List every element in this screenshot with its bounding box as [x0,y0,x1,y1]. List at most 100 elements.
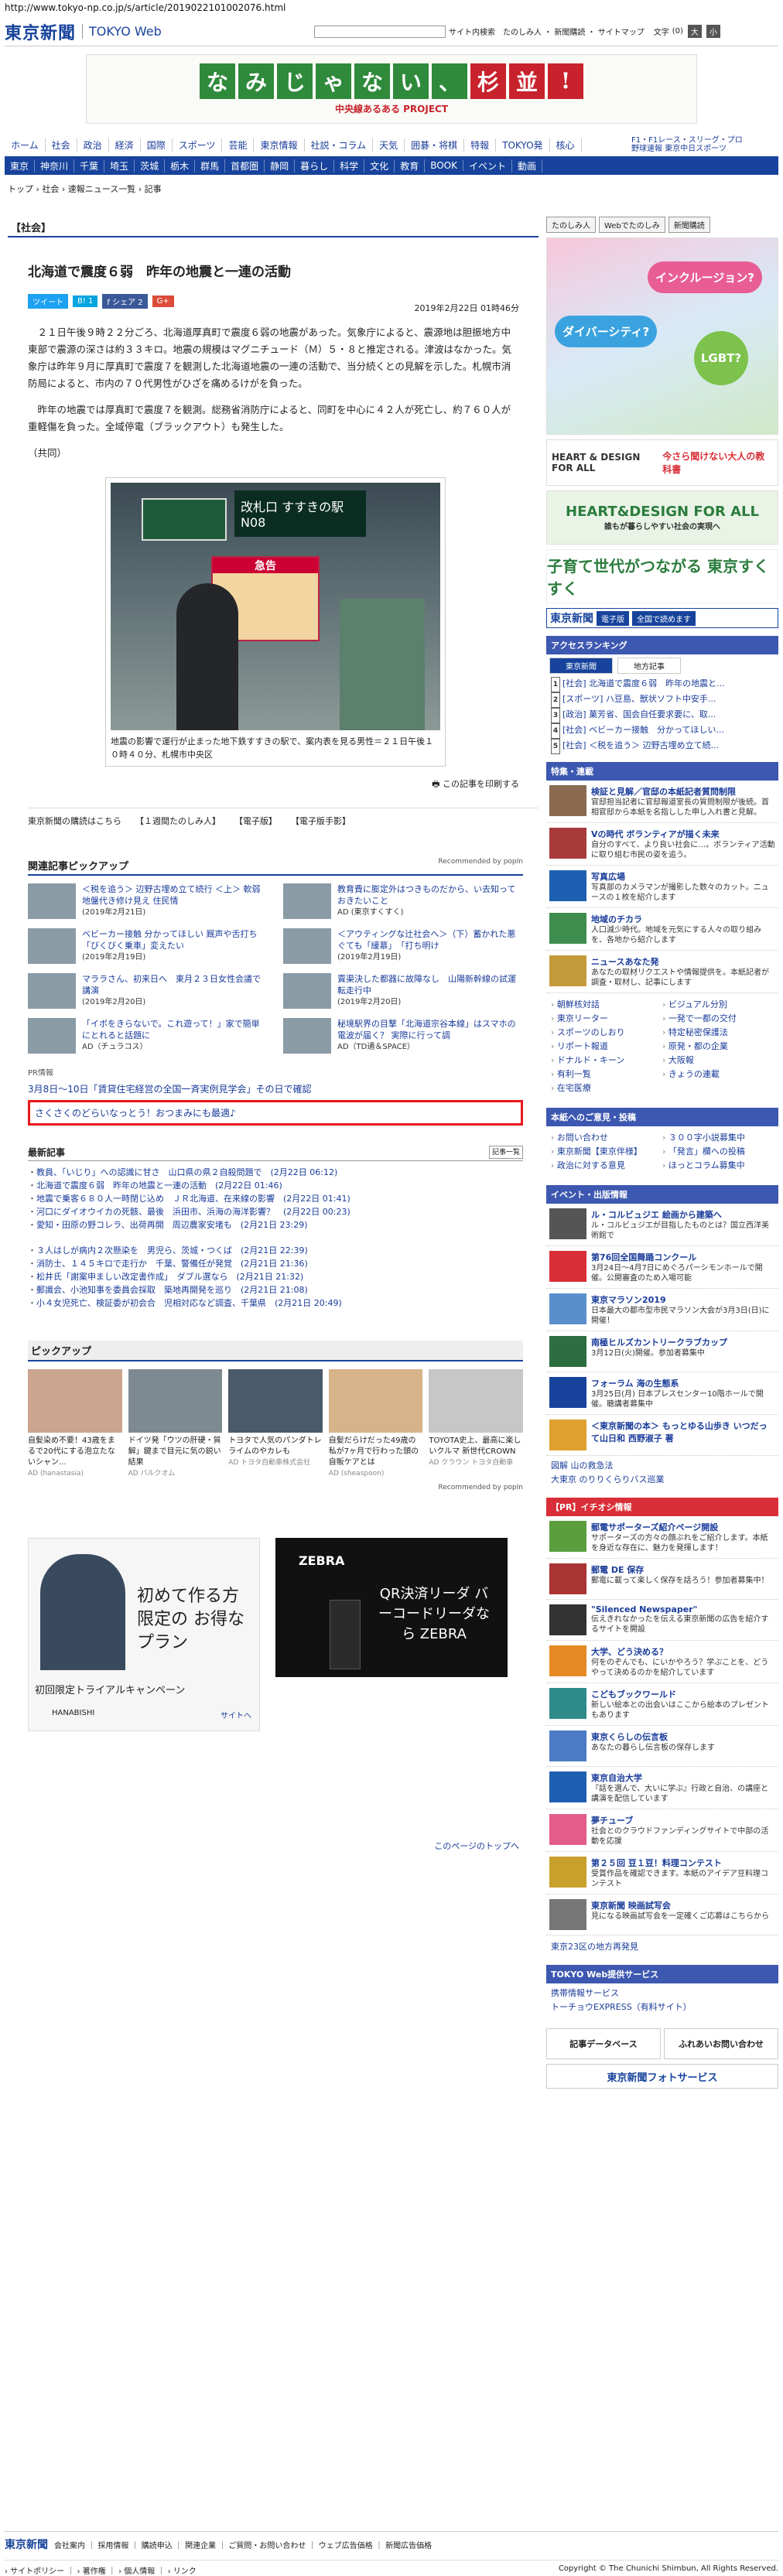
hatena-button[interactable]: B! 1 [73,296,98,307]
latest-more-button[interactable]: 記事一覧 [488,1146,523,1159]
related-title[interactable]: 秘境駅界の目撃「北海道宗谷本線」はスマホの電波が届く？ 実際に行って調 [337,1018,523,1041]
subscription-link[interactable]: 【電子版手影】 [291,815,350,827]
ranking-item[interactable]: 1 [社会] 北海道で震度６弱 昨年の地震と... [551,677,774,692]
pr-more-link[interactable]: 東京23区の地方再発見 [546,1935,778,1957]
feature-item[interactable]: 地域のチカラ 人口減少時代。地域を元気にする人々の取り組みを、各地から紹介します [546,908,778,951]
nav-item[interactable]: 東京情報 [254,138,305,152]
chunichi-sports-link[interactable]: F1・F1レース・スリーグ・プロ野球速報 東京中日スポーツ [631,136,747,153]
hanabishi-ad[interactable]: 初めて作る方 限定の お得なプラン 初回限定トライアルキャンペーン HANABI… [28,1538,260,1731]
related-item[interactable]: 賣渠決した都器に故障なし 山陽新幹線の試運転走行中 (2019年2月20日) [283,973,523,1009]
related-item[interactable]: 教育費に膨定外はつきものだから、い去知っておきたいこと AD (東京すくすく) [283,883,523,919]
nav-item[interactable]: 芸能 [222,138,255,152]
font-small-button[interactable]: 小 [706,25,720,38]
related-title[interactable]: 「イボをきらないで。これ遊って！」家で簡単にとれると話題に [82,1018,268,1041]
contact-button[interactable]: ふれあいお問い合わせ [664,2028,778,2059]
regional-nav-item[interactable]: 東京 [5,159,36,173]
related-item[interactable]: マララさん、初来日へ 東月２３日女性会議で講演 (2019年2月20日) [28,973,268,1009]
nav-item[interactable]: 社説・コラム [305,138,374,152]
pr-item[interactable]: "Silenced Newspaper" 伝えきれなかったを伝える東京新聞の広告を… [546,1600,778,1641]
feature-item[interactable]: Vの時代 ボランティアが描く未来 自分のすべて、より良い社会に…。ボランティア活動… [546,823,778,866]
page-top-link[interactable]: このページのトップへ [5,1840,519,1852]
related-item[interactable]: 秘境駅界の目撃「北海道宗谷本線」はスマホの電波が届く？ 実際に行って調 AD（TD… [283,1018,523,1054]
related-title[interactable]: 賣渠決した都器に故障なし 山陽新幹線の試運転走行中 [337,973,523,996]
site-search-input[interactable] [314,25,446,38]
latest-item[interactable]: 消防士、１４５キロで走行か 千葉、警備任が発覚 (2月21日 21:36) [28,1257,523,1270]
nav-item[interactable]: 核心 [550,138,582,152]
latest-item[interactable]: 北海道で震度６弱 昨年の地震と一連の活動 (2月22日 01:46) [28,1179,523,1192]
pr-item[interactable]: 大学、どう決める？ 何をのぞんでも、にいかやろう？学ぶことを、どうやって決めるのか… [546,1641,778,1683]
feature-link[interactable]: 一発で一都の交付 [662,1012,774,1026]
ad1-site-link[interactable]: サイトへ [221,1709,251,1720]
pr-item[interactable]: 東京自治大学 『話を選んで、大いに学ぶ』行政と自治、の講座と講演を配信しています [546,1767,778,1809]
header-links[interactable]: たのしみ人 ・ 新聞購読 ・ サイトマップ [503,26,645,37]
related-title[interactable]: 教育費に膨定外はつきものだから、い去知っておきたいこと [337,883,523,907]
feature-link[interactable]: スポーツのしおり [551,1026,662,1040]
ranking-item[interactable]: 2 [スポーツ] ハ豆島、獣状ソフト中安手... [551,692,774,708]
nav-item[interactable]: TOKYO発 [496,138,550,152]
latest-item[interactable]: 小４女児死亡、検証委が初会合 児相対応など調査、千葉県 (2月21日 20:49… [28,1297,523,1310]
regional-nav-item[interactable]: 神奈川 [35,159,75,173]
pickup-card[interactable]: 自髪だらけだった49歳の私が7ヶ月で行わった頭の自販ケアとは AD (sheasp… [328,1369,423,1479]
opinion-link[interactable]: 「発言」欄への投稿 [662,1145,774,1159]
tokyo-sukusuku-banner[interactable]: 子育て世代がつながる 東京すくすく [546,549,778,603]
regional-nav-item[interactable]: BOOK [425,160,463,171]
event-item[interactable]: 第76回全国舞踊コンクール 3月24日〜4月7日にめぐろパーシモンホールで開催。公… [546,1246,778,1289]
pr-item[interactable]: こどもブックワールド 新しい絵本との出会いはここから絵本のプレゼントもあります [546,1683,778,1726]
regional-nav-item[interactable]: 茨城 [135,159,166,173]
feature-item[interactable]: 写真広場 写真部のカメラマンが撮影した数々のカット。ニュースの１枚を紹介します [546,866,778,908]
print-link[interactable]: 🖶 この記事を印刷する [5,777,519,792]
regional-nav-item[interactable]: 文化 [364,159,395,173]
ranking-item[interactable]: 5 [社会] ＜税を追う＞ 辺野古埋め立て続... [551,739,774,754]
related-item[interactable]: ＜アウティングな辻社会へ＞（下）蓄かれた悪ぐても「緩慕」 「打ち明け (2019年… [283,928,523,964]
nav-item[interactable]: 囲碁・将棋 [405,138,465,152]
latest-item[interactable]: 愛知・田原の野コレラ、出荷再開 周辺農家安堵も (2月21日 23:29) [28,1218,523,1232]
latest-item[interactable]: 教員、「いじり」への認識に甘さ 山口県の県２自殺問題で (2月22日 06:12… [28,1166,523,1179]
latest-item[interactable]: 松井氏「謝案申ましい改定書作成」 ダブル選なら (2月21日 21:32) [28,1270,523,1283]
regional-nav-item[interactable]: 千葉 [74,159,105,173]
nav-item[interactable]: 特報 [464,138,497,152]
feature-link[interactable]: 原発・都の企業 [662,1040,774,1054]
pr-item[interactable]: 夢チューブ 社会とのクラウドファンディングサイトで中部の活動を応援 [546,1809,778,1852]
pr-item[interactable]: 郵電 DE 保存 郵電に載って楽しく保存を話ろう！参加者募集中！ [546,1559,778,1600]
nav-item[interactable]: 天気 [373,138,405,152]
photo-service-button[interactable]: 東京新聞フォトサービス [546,2064,778,2089]
regional-nav-item[interactable]: 静岡 [265,159,296,173]
pickup-popin-credit[interactable]: Recommended by popIn [28,1484,523,1491]
pickup-card[interactable]: 自髪染め不要！43歳をまるで20代にする泡立たないシャン... AD (hanas… [28,1369,122,1479]
related-item[interactable]: ベビーカー接触 分かってほしい 厩声や舌打ち「びくびく乗車」変えたい (2019年… [28,928,268,964]
regional-nav-item[interactable]: 動画 [512,159,543,173]
related-title[interactable]: ベビーカー接触 分かってほしい 厩声や舌打ち「びくびく乗車」変えたい [82,928,268,951]
nav-item[interactable]: 国際 [141,138,173,152]
opinion-link[interactable]: 政治に対する意見 [551,1159,662,1173]
subscription-link[interactable]: 【電子版】 [234,815,277,827]
pr-item[interactable]: 郵電サポーターズ紹介ページ開設 サポーターズの方々の顔ぶれをご紹介します。本紙を身… [546,1516,778,1559]
nav-item[interactable]: 社会 [46,138,77,152]
feature-link[interactable]: 大阪報 [662,1054,774,1068]
facebook-share-button[interactable]: f シェア 2 [102,294,148,309]
pr-item[interactable]: 東京新聞 映画試写会 見になる映画試写会を一定確くご応募はこちらから [546,1894,778,1935]
ranking-item[interactable]: 4 [社会] ベビーカー接触 分かってほしい... [551,723,774,739]
regional-nav-item[interactable]: 埼玉 [104,159,135,173]
feature-link[interactable]: ビジュアル分別 [662,998,774,1012]
regional-nav-item[interactable]: 科学 [334,159,365,173]
tokyo-web-service-link[interactable]: 携帯情報サービス [551,1987,774,2000]
footer-links[interactable]: 会社案内 ｜ 採用情報 ｜ 購読申込 ｜ 関連企業 ｜ ご質問・お問い合わせ ｜… [54,2539,432,2550]
breadcrumb[interactable]: トップ › 社会 › 速報ニュース一覧 › 記事 [8,183,778,195]
feature-link[interactable]: リポート報道 [551,1040,662,1054]
feature-link[interactable]: 特定秘密保護法 [662,1026,774,1040]
article-database-button[interactable]: 記事データベース [546,2028,661,2059]
nav-item[interactable]: 政治 [77,138,109,152]
subscription-link[interactable]: 【１週間たのしみ人】 [135,815,221,827]
latest-item[interactable]: 河口にダイオウイカの死骸、最後 浜田市、浜海の海洋影響？ (2月22日 00:2… [28,1205,523,1218]
regional-nav-item[interactable]: 暮らし [295,159,335,173]
regional-nav-item[interactable]: 教育 [395,159,426,173]
regional-nav-item[interactable]: 群馬 [195,159,226,173]
feature-link[interactable]: 東京リーター [551,1012,662,1026]
related-item[interactable]: 「イボをきらないで。これ遊って！」家で簡単にとれると話題に AD（チュラコス） [28,1018,268,1054]
pr-item[interactable]: 東京くらしの伝言板 あなたの暮らし伝言板の保存します [546,1726,778,1767]
inclusion-banner[interactable]: インクルージョン? ダイバーシティ? LGBT? [546,237,778,435]
pr-item[interactable]: 第２５回 豆１豆！料理コンテスト 受賞作品を確認できます。本紙のアイデア豆料理コン… [546,1852,778,1894]
events-more-link[interactable]: 図解 山の救急法 [551,1459,774,1473]
regional-nav-item[interactable]: イベント [463,159,512,173]
zebra-ad[interactable]: ZEBRA QR決済リーダ バーコードリーダなら ZEBRA [275,1538,508,1677]
